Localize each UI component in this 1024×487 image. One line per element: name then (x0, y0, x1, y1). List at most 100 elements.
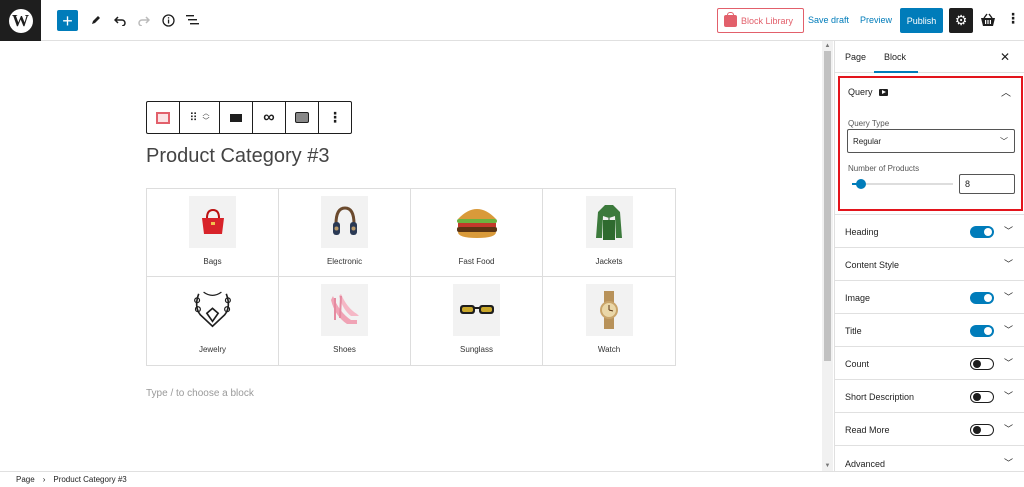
number-of-products-slider[interactable] (852, 179, 953, 189)
panel-image[interactable]: Image ﹀ (835, 280, 1024, 313)
redo-button[interactable] (137, 9, 151, 31)
panel-short-description[interactable]: Short Description ﹀ (835, 379, 1024, 412)
settings-button[interactable]: ⚙ (949, 8, 973, 33)
media-button[interactable] (286, 102, 319, 133)
category-label: Watch (597, 345, 621, 354)
category-card-watch[interactable]: Watch (543, 277, 675, 365)
chevron-up-icon[interactable]: ︿ (1001, 84, 1011, 99)
undo-icon (114, 16, 126, 26)
heading-toggle[interactable] (970, 226, 994, 238)
link-button[interactable]: ∞ (253, 102, 286, 133)
breadcrumb-current[interactable]: Product Category #3 (53, 475, 126, 484)
chevron-down-icon[interactable]: ﹀ (1004, 356, 1013, 369)
block-heading[interactable]: Product Category #3 (146, 145, 329, 168)
number-of-products-label: Number of Products (848, 164, 920, 173)
product-category-block-icon (156, 111, 170, 124)
sidebar-tabs: Page Block ✕ (835, 41, 1024, 73)
breadcrumb-root[interactable]: Page (16, 475, 35, 484)
canvas-scrollbar[interactable]: ▲ ▼ (822, 41, 833, 471)
query-type-value: Regular (853, 136, 882, 146)
block-type-button[interactable] (147, 102, 180, 133)
title-toggle[interactable] (970, 325, 994, 337)
close-sidebar-button[interactable]: ✕ (1000, 50, 1010, 64)
number-of-products-input[interactable]: 8 (959, 174, 1015, 194)
heels-image (321, 284, 368, 336)
category-card-sunglass[interactable]: Sunglass (411, 277, 543, 365)
close-icon: ✕ (999, 50, 1010, 64)
panel-count[interactable]: Count ﹀ (835, 346, 1024, 379)
block-options-button[interactable]: ⋮ (319, 102, 351, 133)
category-card-jewelry[interactable]: Jewelry (147, 277, 279, 365)
wordpress-editor: W + Block Library Save draft Preview Pub… (0, 0, 1024, 487)
pencil-icon (92, 16, 100, 24)
headphones-image (321, 196, 368, 248)
chevron-down-icon[interactable]: ﹀ (1004, 456, 1013, 469)
edit-tools-button[interactable] (89, 9, 103, 31)
shopping-bag-icon (724, 11, 737, 27)
settings-sidebar: Page Block ✕ Query ︿ Query Type Regular … (834, 41, 1024, 471)
scroll-down-arrow-icon[interactable]: ▼ (824, 463, 831, 469)
chevron-down-icon[interactable]: ﹀ (1004, 290, 1013, 303)
active-tab-indicator (874, 71, 918, 73)
query-type-label: Query Type (848, 119, 890, 128)
category-card-electronic[interactable]: Electronic (279, 189, 411, 277)
chevron-down-icon[interactable]: ﹀ (1004, 422, 1013, 435)
woocommerce-button[interactable] (979, 10, 997, 30)
tab-block[interactable]: Block (884, 52, 906, 62)
watch-image (585, 284, 633, 336)
undo-button[interactable] (113, 9, 127, 31)
query-type-select[interactable]: Regular ﹀ (847, 129, 1015, 153)
read-more-toggle[interactable] (970, 424, 994, 436)
panel-title[interactable]: Title ﹀ (835, 313, 1024, 346)
tab-page[interactable]: Page (845, 52, 866, 62)
move-arrows: ︿ ﹀ (203, 110, 210, 126)
redo-icon (138, 16, 150, 26)
info-icon (161, 13, 175, 27)
slider-thumb[interactable] (856, 179, 866, 189)
block-library-label: Block Library (741, 15, 794, 26)
query-panel-header[interactable]: Query (848, 87, 888, 97)
chevron-down-icon[interactable]: ﹀ (1004, 257, 1013, 270)
scrollbar-thumb[interactable] (824, 51, 831, 361)
panel-label: Heading (845, 227, 879, 237)
move-up-icon[interactable]: ︿ (203, 110, 210, 118)
wordpress-logo-button[interactable]: W (0, 0, 41, 41)
chevron-down-icon[interactable]: ﹀ (1004, 323, 1013, 336)
publish-button[interactable]: Publish (900, 8, 943, 33)
count-toggle[interactable] (970, 358, 994, 370)
details-button[interactable] (161, 9, 175, 31)
align-button[interactable] (220, 102, 253, 133)
burger-image (453, 196, 500, 248)
panel-label: Title (845, 326, 862, 336)
panel-advanced[interactable]: Advanced ﹀ (835, 445, 1024, 471)
category-card-jackets[interactable]: Jackets (543, 189, 675, 277)
category-card-shoes[interactable]: Shoes (279, 277, 411, 365)
category-label: Shoes (333, 345, 356, 354)
video-tutorial-icon[interactable] (878, 88, 888, 96)
add-block-button[interactable]: + (57, 10, 78, 31)
image-toggle[interactable] (970, 292, 994, 304)
panel-label: Advanced (845, 459, 886, 469)
chevron-down-icon[interactable]: ﹀ (1004, 224, 1013, 237)
panel-content-style[interactable]: Content Style ﹀ (835, 247, 1024, 280)
options-menu-button[interactable]: ⋮ (1006, 10, 1020, 30)
move-down-icon[interactable]: ﹀ (203, 118, 210, 126)
drag-handle-icon[interactable]: ⠿ (189, 111, 197, 124)
short-description-toggle[interactable] (970, 391, 994, 403)
list-view-button[interactable] (185, 9, 199, 31)
scroll-up-arrow-icon[interactable]: ▲ (824, 43, 831, 49)
chevron-down-icon[interactable]: ﹀ (1004, 389, 1013, 402)
preview-button[interactable]: Preview (860, 15, 892, 25)
product-category-grid[interactable]: Bags Electronic Fast Food Jackets Jewelr… (146, 188, 676, 366)
editor-canvas[interactable]: ⠿ ︿ ﹀ ∞ ⋮ Product Category #3 Bags Elect… (0, 41, 822, 471)
block-appender[interactable]: Type / to choose a block (146, 388, 254, 399)
necklace-image (189, 284, 236, 336)
category-card-fast-food[interactable]: Fast Food (411, 189, 543, 277)
image-icon (295, 112, 309, 123)
panel-read-more[interactable]: Read More ﹀ (835, 412, 1024, 445)
panel-heading[interactable]: Heading ﹀ (835, 214, 1024, 247)
save-draft-button[interactable]: Save draft (808, 15, 849, 25)
block-library-button[interactable]: Block Library (717, 8, 804, 33)
panel-label: Read More (845, 425, 890, 435)
category-card-bags[interactable]: Bags (147, 189, 279, 277)
